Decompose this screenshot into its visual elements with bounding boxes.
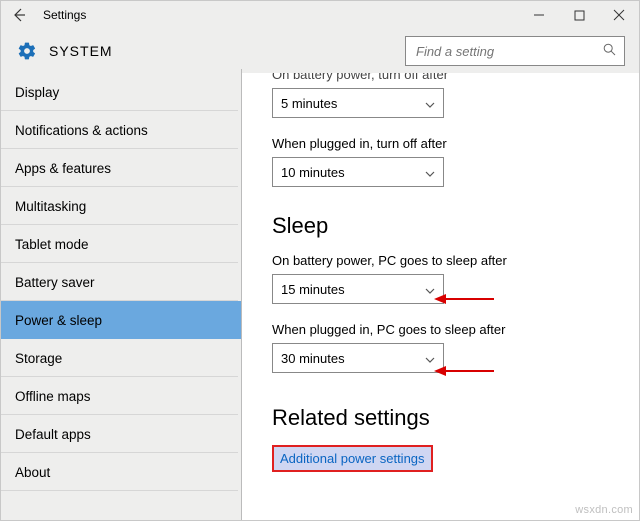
sidebar-item-display[interactable]: Display bbox=[1, 73, 242, 111]
sidebar-scrollbar[interactable] bbox=[234, 73, 241, 520]
screen-off-plugged-label: When plugged in, turn off after bbox=[272, 136, 621, 151]
sidebar-item-label: Offline maps bbox=[15, 389, 91, 404]
gear-icon bbox=[17, 41, 37, 61]
screen-off-battery-label: On battery power, turn off after bbox=[272, 73, 621, 82]
additional-power-settings-link[interactable]: Additional power settings bbox=[272, 445, 433, 472]
sidebar-item-apps-features[interactable]: Apps & features bbox=[1, 149, 242, 187]
sidebar-item-default-apps[interactable]: Default apps bbox=[1, 415, 242, 453]
sidebar-item-label: Notifications & actions bbox=[15, 123, 148, 138]
sidebar-item-battery-saver[interactable]: Battery saver bbox=[1, 263, 242, 301]
search-input[interactable] bbox=[405, 36, 625, 66]
chevron-down-icon bbox=[425, 282, 435, 297]
minimize-icon bbox=[533, 9, 545, 21]
header: SYSTEM bbox=[1, 29, 639, 73]
sidebar-item-label: Apps & features bbox=[15, 161, 111, 176]
sidebar-item-label: Storage bbox=[15, 351, 62, 366]
link-text: Additional power settings bbox=[280, 451, 425, 466]
minimize-button[interactable] bbox=[519, 1, 559, 29]
sidebar-item-label: Tablet mode bbox=[15, 237, 89, 252]
sidebar-item-about[interactable]: About bbox=[1, 453, 242, 491]
chevron-down-icon bbox=[425, 165, 435, 180]
back-button[interactable] bbox=[1, 1, 37, 29]
dropdown-value: 5 minutes bbox=[281, 96, 337, 111]
content-pane: On battery power, turn off after 5 minut… bbox=[242, 73, 639, 520]
sidebar-item-label: Default apps bbox=[15, 427, 91, 442]
close-icon bbox=[613, 9, 625, 21]
sidebar: Display Notifications & actions Apps & f… bbox=[1, 73, 242, 520]
sidebar-item-multitasking[interactable]: Multitasking bbox=[1, 187, 242, 225]
dropdown-value: 10 minutes bbox=[281, 165, 345, 180]
related-heading: Related settings bbox=[272, 405, 621, 431]
arrow-left-icon bbox=[11, 7, 27, 23]
search-icon bbox=[603, 43, 616, 59]
sidebar-item-label: Multitasking bbox=[15, 199, 86, 214]
sidebar-item-label: Display bbox=[15, 85, 59, 100]
screen-off-plugged-dropdown[interactable]: 10 minutes bbox=[272, 157, 444, 187]
sleep-battery-label: On battery power, PC goes to sleep after bbox=[272, 253, 621, 268]
sidebar-item-tablet-mode[interactable]: Tablet mode bbox=[1, 225, 242, 263]
section-title: SYSTEM bbox=[49, 43, 113, 59]
watermark: wsxdn.com bbox=[575, 504, 633, 516]
sidebar-item-offline-maps[interactable]: Offline maps bbox=[1, 377, 242, 415]
dropdown-value: 15 minutes bbox=[281, 282, 345, 297]
sidebar-item-notifications[interactable]: Notifications & actions bbox=[1, 111, 242, 149]
sleep-plugged-label: When plugged in, PC goes to sleep after bbox=[272, 322, 621, 337]
sidebar-item-power-sleep[interactable]: Power & sleep bbox=[1, 301, 242, 339]
sidebar-item-storage[interactable]: Storage bbox=[1, 339, 242, 377]
search-field[interactable] bbox=[414, 43, 603, 60]
maximize-button[interactable] bbox=[559, 1, 599, 29]
sidebar-item-label: Power & sleep bbox=[15, 313, 102, 328]
dropdown-value: 30 minutes bbox=[281, 351, 345, 366]
window-title: Settings bbox=[37, 8, 86, 22]
close-button[interactable] bbox=[599, 1, 639, 29]
chevron-down-icon bbox=[425, 351, 435, 366]
sidebar-item-label: About bbox=[15, 465, 50, 480]
titlebar: Settings bbox=[1, 1, 639, 29]
sleep-heading: Sleep bbox=[272, 213, 621, 239]
sleep-plugged-dropdown[interactable]: 30 minutes bbox=[272, 343, 444, 373]
sleep-battery-dropdown[interactable]: 15 minutes bbox=[272, 274, 444, 304]
sidebar-item-label: Battery saver bbox=[15, 275, 95, 290]
maximize-icon bbox=[574, 10, 585, 21]
screen-off-battery-dropdown[interactable]: 5 minutes bbox=[272, 88, 444, 118]
chevron-down-icon bbox=[425, 96, 435, 111]
